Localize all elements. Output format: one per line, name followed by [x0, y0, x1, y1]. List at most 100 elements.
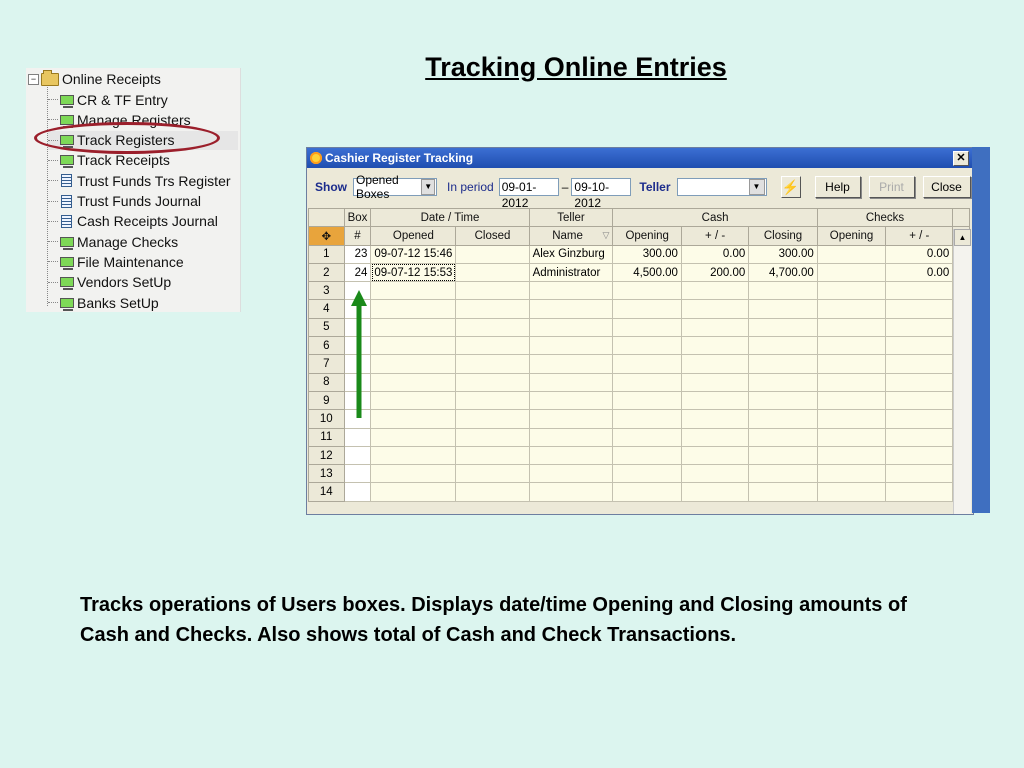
- cell-opened[interactable]: [370, 299, 457, 319]
- date-to-input[interactable]: 09-10-2012: [571, 178, 632, 210]
- cell-opened[interactable]: 09-07-12 15:46: [370, 244, 457, 264]
- cell-opened[interactable]: [370, 464, 457, 484]
- table-row[interactable]: 10: [308, 409, 970, 429]
- cell-opened[interactable]: [370, 427, 457, 447]
- cell-opened[interactable]: [370, 445, 457, 466]
- table-row[interactable]: 13: [308, 464, 970, 484]
- column-header-cash-closing[interactable]: Closing: [748, 226, 818, 246]
- cell-closed[interactable]: [455, 390, 530, 411]
- cell-box[interactable]: [343, 427, 372, 447]
- cell-closed[interactable]: [455, 482, 530, 502]
- tree-item[interactable]: Trust Funds Journal: [48, 192, 201, 211]
- row-number[interactable]: 9: [308, 390, 345, 411]
- grid-corner-icon[interactable]: ✥: [308, 226, 345, 246]
- collapse-icon[interactable]: −: [28, 73, 39, 85]
- cell-cash-close[interactable]: 4,700.00: [748, 262, 818, 283]
- column-header-checks-opening[interactable]: Opening: [816, 226, 887, 246]
- tree-item[interactable]: Manage Checks: [48, 232, 178, 251]
- cell-chk-open[interactable]: [816, 262, 887, 283]
- cell-chk-open[interactable]: [816, 317, 887, 338]
- cell-cash-close[interactable]: [748, 464, 818, 484]
- cell-chk-pm[interactable]: [885, 299, 954, 319]
- table-row[interactable]: 3: [308, 281, 970, 301]
- column-header-checks-change[interactable]: + / -: [885, 226, 954, 246]
- title-bar[interactable]: Cashier Register Tracking ✕: [307, 148, 973, 168]
- cell-cash-open[interactable]: [612, 409, 682, 429]
- row-number[interactable]: 5: [308, 317, 345, 338]
- table-row[interactable]: 12: [308, 445, 970, 466]
- refresh-button[interactable]: ⚡: [780, 176, 801, 198]
- cell-closed[interactable]: [455, 244, 530, 264]
- table-row[interactable]: 5: [308, 317, 970, 338]
- cell-cash-close[interactable]: [748, 317, 818, 338]
- tree-item[interactable]: Vendors SetUp: [48, 273, 171, 292]
- cell-chk-open[interactable]: [816, 354, 887, 374]
- cell-cash-pm[interactable]: [680, 281, 750, 301]
- scroll-up-icon[interactable]: ▲: [954, 229, 971, 246]
- cell-closed[interactable]: [455, 299, 530, 319]
- column-header-closed[interactable]: Closed: [455, 226, 530, 246]
- table-row[interactable]: 8: [308, 372, 970, 392]
- cell-cash-close[interactable]: [748, 409, 818, 429]
- cell-chk-pm[interactable]: [885, 390, 954, 411]
- cell-cash-close[interactable]: [748, 445, 818, 466]
- cell-name[interactable]: [528, 299, 614, 319]
- cell-cash-close[interactable]: [748, 482, 818, 502]
- cell-name[interactable]: [528, 390, 614, 411]
- row-number[interactable]: 7: [308, 354, 345, 374]
- cell-chk-pm[interactable]: [885, 445, 954, 466]
- filter-icon[interactable]: ▽: [603, 230, 610, 241]
- row-number[interactable]: 6: [308, 336, 345, 356]
- window-close-button[interactable]: ✕: [953, 150, 969, 166]
- cell-name[interactable]: [528, 372, 614, 392]
- cell-chk-open[interactable]: [816, 281, 887, 301]
- cell-name[interactable]: [528, 427, 614, 447]
- cell-cash-open[interactable]: [612, 482, 682, 502]
- cell-chk-pm[interactable]: [885, 317, 954, 338]
- date-from-input[interactable]: 09-01-2012: [498, 178, 559, 210]
- column-header-opened[interactable]: Opened: [370, 226, 457, 246]
- cell-chk-pm[interactable]: [885, 464, 954, 484]
- cell-cash-open[interactable]: [612, 354, 682, 374]
- cell-cash-close[interactable]: [748, 336, 818, 356]
- cell-closed[interactable]: [455, 427, 530, 447]
- cell-chk-open[interactable]: [816, 372, 887, 392]
- cell-opened[interactable]: [370, 390, 457, 411]
- cell-closed[interactable]: [455, 262, 530, 283]
- cell-name[interactable]: [528, 354, 614, 374]
- row-number[interactable]: 8: [308, 372, 345, 392]
- cell-closed[interactable]: [455, 464, 530, 484]
- cell-cash-open[interactable]: [612, 281, 682, 301]
- cell-cash-open[interactable]: 300.00: [612, 244, 682, 264]
- cell-closed[interactable]: [455, 317, 530, 338]
- table-row[interactable]: 1 23 09-07-12 15:46 Alex Ginzburg 300.00 0.00…: [308, 244, 970, 264]
- cell-cash-pm[interactable]: [680, 299, 750, 319]
- cell-chk-open[interactable]: [816, 336, 887, 356]
- cell-cash-open[interactable]: 4,500.00: [612, 262, 682, 283]
- cell-chk-pm[interactable]: [885, 372, 954, 392]
- table-row[interactable]: 11: [308, 427, 970, 447]
- cell-cash-open[interactable]: [612, 464, 682, 484]
- cell-box[interactable]: [343, 445, 372, 466]
- cell-cash-pm[interactable]: [680, 482, 750, 502]
- row-number[interactable]: 10: [308, 409, 345, 429]
- show-select[interactable]: Opened Boxes ▼: [353, 173, 437, 201]
- cell-closed[interactable]: [455, 281, 530, 301]
- cell-cash-close[interactable]: [748, 372, 818, 392]
- cell-opened[interactable]: [370, 354, 457, 374]
- cell-cash-pm[interactable]: [680, 427, 750, 447]
- column-header-box[interactable]: #: [343, 226, 372, 246]
- row-number[interactable]: 11: [308, 427, 345, 447]
- cell-cash-open[interactable]: [612, 299, 682, 319]
- help-button[interactable]: Help: [814, 176, 861, 198]
- cell-cash-open[interactable]: [612, 336, 682, 356]
- cell-chk-open[interactable]: [816, 299, 887, 319]
- cell-cash-pm[interactable]: [680, 390, 750, 411]
- cell-opened[interactable]: [370, 372, 457, 392]
- cell-chk-pm[interactable]: [885, 409, 954, 429]
- cell-name[interactable]: [528, 336, 614, 356]
- cell-closed[interactable]: [455, 409, 530, 429]
- table-row[interactable]: 7: [308, 354, 970, 374]
- cell-cash-pm[interactable]: [680, 409, 750, 429]
- cell-opened[interactable]: [370, 317, 457, 338]
